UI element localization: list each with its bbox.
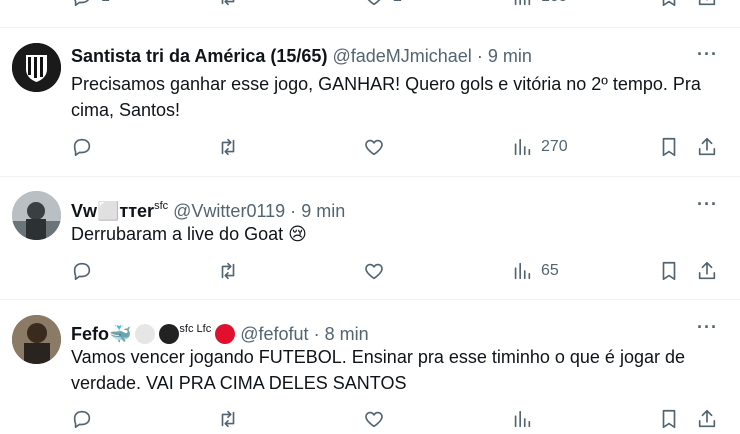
share-icon [698,261,716,280]
user-photo-icon [12,315,61,364]
display-name[interactable]: Santista tri da América (15/65) [71,46,327,66]
heart-icon [365,139,383,156]
heart-icon [365,263,383,280]
timestamp[interactable]: 9 min [488,46,532,66]
tweet[interactable]: Fefo🐳 sfc Lfc @fefofut · 8 min ··· Vamos … [0,300,740,429]
reply-button[interactable]: 1 [71,0,110,8]
reply-button[interactable] [71,408,93,430]
whale-emoji-icon: 🐳 [109,324,132,344]
tweet-actions [0,408,740,434]
reply-icon [74,0,90,7]
tweet-header: Fefo🐳 sfc Lfc @fefofut · 8 min [71,318,369,345]
heart-icon [367,0,381,6]
bookmark-button[interactable] [658,408,680,430]
black-circle-icon [159,324,180,344]
tweet[interactable]: Santista tri da América (15/65) @fadeMJm… [0,28,740,176]
retweet-button[interactable] [217,136,239,158]
views-chart-icon [514,0,531,6]
reply-button[interactable] [71,260,93,282]
reply-icon [73,262,91,281]
share-icon [698,409,716,428]
bookmark-icon [662,0,676,7]
tweet-actions: 65 [0,260,740,286]
display-name[interactable]: Fefo [71,324,109,344]
like-button[interactable]: 2 [363,0,402,8]
bookmark-button[interactable] [658,136,680,158]
user-photo-icon [12,191,61,240]
heart-icon [365,411,383,428]
retweet-icon [221,262,235,280]
tweet-text-line: cima, Santos! [71,100,181,120]
views-button[interactable] [511,408,533,430]
white-circle-icon [135,324,156,344]
views-button[interactable]: 270 [511,136,568,158]
reply-icon [73,410,91,429]
tweet[interactable]: Vw⬜ттersfc @Vwitter0119 · 9 min ··· Derr… [0,177,740,299]
views-chart-icon [514,138,531,156]
views-chart-icon [514,262,531,280]
bookmark-button[interactable] [658,0,680,8]
display-name[interactable]: Vw⬜ттer [71,201,154,221]
santos-crest-icon [12,43,61,92]
views-count: 270 [541,138,568,155]
tweet-text-line: Derrubaram a live do Goat 😢 [71,224,307,244]
more-icon[interactable]: ··· [697,194,718,215]
dot-separator: · [313,324,320,344]
bookmark-icon [662,137,676,157]
retweet-icon [221,0,235,6]
like-button[interactable] [363,260,385,282]
handle[interactable]: @fadeMJmichael [332,46,471,66]
views-chart-icon [514,410,531,428]
avatar[interactable] [12,315,61,364]
red-circle-icon [215,324,236,344]
tweet-header: Santista tri da América (15/65) @fadeMJm… [71,45,532,67]
retweet-button[interactable] [217,0,239,8]
share-button[interactable] [696,0,718,8]
bookmark-button[interactable] [658,260,680,282]
bookmark-icon [662,409,676,429]
avatar[interactable] [12,191,61,240]
bookmark-icon [662,261,676,281]
share-button[interactable] [696,136,718,158]
tweet-actions-prev: 1 2 109 [0,0,740,12]
timeline-feed: 1 2 109 [0,0,740,429]
views-count: 109 [541,0,568,6]
like-count: 2 [393,0,402,6]
share-button[interactable] [696,408,718,430]
share-icon [698,0,716,6]
name-superscript: sfc Lfc [179,323,212,335]
reply-button[interactable] [71,136,93,158]
tweet-text-line: verdade. VAI PRA CIMA DELES SANTOS [71,373,407,393]
views-button[interactable]: 109 [511,0,568,8]
timestamp[interactable]: 8 min [325,324,369,344]
reply-count: 1 [101,0,110,6]
share-icon [698,137,716,156]
tweet-text: Vamos vencer jogando FUTEBOL. Ensinar pr… [71,344,731,396]
share-button[interactable] [696,260,718,282]
name-superscript: sfc [154,200,169,212]
handle[interactable]: @Vwitter0119 [173,201,285,221]
like-button[interactable] [363,136,385,158]
avatar[interactable] [12,43,61,92]
dot-separator: · [476,46,483,66]
more-icon[interactable]: ··· [697,317,718,338]
timestamp[interactable]: 9 min [301,201,345,221]
views-count: 65 [541,262,559,279]
tweet-text-line: Precisamos ganhar esse jogo, GANHAR! Que… [71,74,701,94]
dot-separator: · [290,201,297,221]
views-button[interactable]: 65 [511,260,559,282]
tweet-text: Derrubaram a live do Goat 😢 [71,221,731,247]
tweet-text: Precisamos ganhar esse jogo, GANHAR! Que… [71,71,731,123]
like-button[interactable] [363,408,385,430]
retweet-icon [221,138,235,156]
tweet-actions: 270 [0,136,740,162]
retweet-button[interactable] [217,260,239,282]
tweet-header: Vw⬜ттersfc @Vwitter0119 · 9 min [71,195,345,222]
more-icon[interactable]: ··· [697,44,718,65]
tweet-text-line: Vamos vencer jogando FUTEBOL. Ensinar pr… [71,347,685,367]
reply-icon [73,138,91,157]
retweet-button[interactable] [217,408,239,430]
retweet-icon [221,410,235,428]
handle[interactable]: @fefofut [240,324,308,344]
